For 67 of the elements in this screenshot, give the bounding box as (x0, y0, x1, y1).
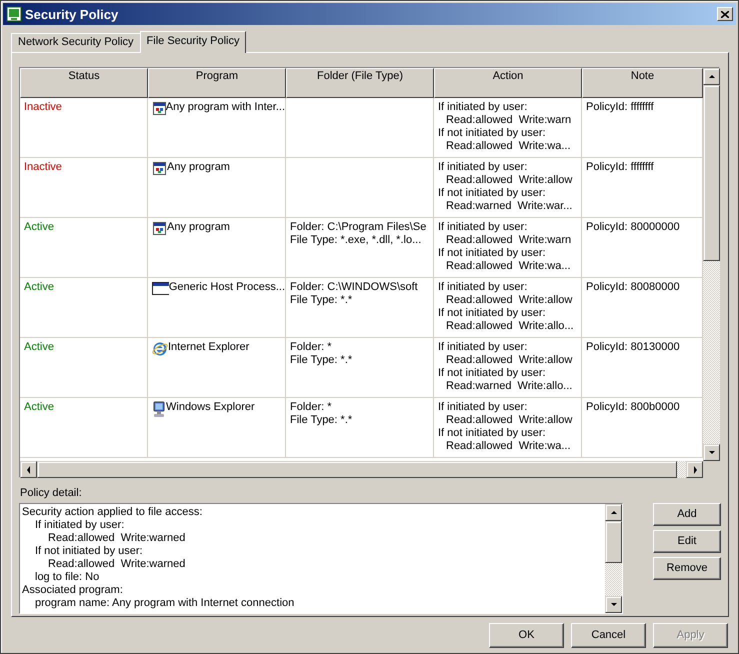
action-cell: If initiated by user: Read:allowed Write:allow If not initiated by user: Read:warned Write:war... (434, 158, 582, 218)
scroll-thumb[interactable] (605, 521, 622, 563)
folder-cell: Folder: C:\WINDOWS\soft File Type: *.* (286, 278, 434, 338)
program-name: Generic Host Process... (168, 281, 285, 294)
detail-line: Associated program: (22, 584, 124, 597)
folder-cell: Folder: * File Type: *.* (286, 398, 434, 458)
dialog-button[interactable]: Remove (653, 557, 721, 580)
scroll-thumb[interactable] (703, 85, 720, 261)
scroll-down-button[interactable] (703, 444, 720, 461)
scroll-down-button[interactable] (605, 596, 622, 613)
column-header[interactable]: Program (148, 68, 286, 98)
scroll-right-button[interactable] (686, 461, 703, 478)
application-icon (152, 161, 167, 176)
scroll-up-button[interactable] (605, 504, 622, 521)
action-cell: If initiated by user: Read:allowed Write:allow If not initiated by user: Read:allowed Write:wa... (434, 398, 582, 458)
vertical-scrollbar[interactable] (703, 68, 720, 461)
status-cell: Active (20, 338, 148, 398)
action-cell: If initiated by user: Read:allowed Write:warn If not initiated by user: Read:allowed Write:wa... (434, 98, 582, 158)
folder-cell: Folder: * File Type: *.* (286, 338, 434, 398)
left-arrow-icon (24, 466, 32, 474)
action-cell: If initiated by user: Read:allowed Write:warn If not initiated by user: Read:allowed Write:wa... (434, 218, 582, 278)
program-name: Any program (167, 161, 230, 174)
status-cell: Active (20, 278, 148, 338)
computer-icon (152, 401, 166, 418)
up-arrow-icon (708, 72, 716, 80)
status-cell: Active (20, 398, 148, 458)
action-cell: If initiated by user: Read:allowed Write:allow If not initiated by user: Read:warned Write:allo... (434, 338, 582, 398)
column-header[interactable]: Status (20, 68, 148, 98)
detail-line: program name: Any program with Internet connection (34, 597, 296, 610)
folder-cell: Folder: C:\Program Files\Se File Type: *.exe, *.dll, *.lo... (286, 218, 434, 278)
detail-line: If not initiated by user: (34, 545, 144, 558)
program-name: Internet Explorer (168, 341, 250, 354)
detail-line: Read:allowed Write:warned (47, 558, 186, 571)
close-icon (721, 10, 729, 18)
application-icon (152, 101, 166, 116)
scroll-up-button[interactable] (703, 68, 720, 85)
application-icon (152, 221, 167, 236)
tab[interactable]: Network Security Policy (11, 33, 141, 52)
column-header[interactable]: Action (434, 68, 582, 98)
detail-line: Read:allowed Write:warned (47, 532, 186, 545)
status-cell: Inactive (20, 158, 148, 218)
vertical-scrollbar[interactable] (605, 504, 622, 613)
column-header[interactable]: Folder (File Type) (286, 68, 434, 98)
globe-e-icon (152, 341, 168, 357)
tab[interactable]: File Security Policy (140, 31, 246, 53)
shield-icon (6, 6, 22, 22)
dialog-button[interactable]: OK (489, 623, 564, 648)
dialog-button[interactable]: Add (653, 503, 721, 526)
action-cell: If initiated by user: Read:allowed Write:allow If not initiated by user: Read:allowed Write:allo... (434, 278, 582, 338)
dialog-button[interactable]: Edit (653, 530, 721, 553)
status-cell: Active (20, 218, 148, 278)
down-arrow-icon (708, 448, 716, 456)
detail-line: log to file: No (34, 571, 100, 584)
up-arrow-icon (610, 508, 618, 516)
window-icon (152, 281, 169, 296)
down-arrow-icon (610, 600, 618, 608)
dialog-button[interactable]: Cancel (571, 623, 646, 648)
program-name: Windows Explorer (166, 401, 255, 414)
column-header[interactable]: Note (582, 68, 703, 98)
status-cell: Inactive (20, 98, 148, 158)
detail-line: If initiated by user: (34, 519, 126, 532)
close-button[interactable] (717, 7, 733, 21)
program-name: Any program (167, 221, 230, 234)
detail-label: Policy detail: (20, 487, 83, 500)
window-title: Security Policy (25, 8, 118, 20)
scroll-left-button[interactable] (20, 461, 37, 478)
detail-line: Security action applied to file access: (22, 506, 204, 519)
